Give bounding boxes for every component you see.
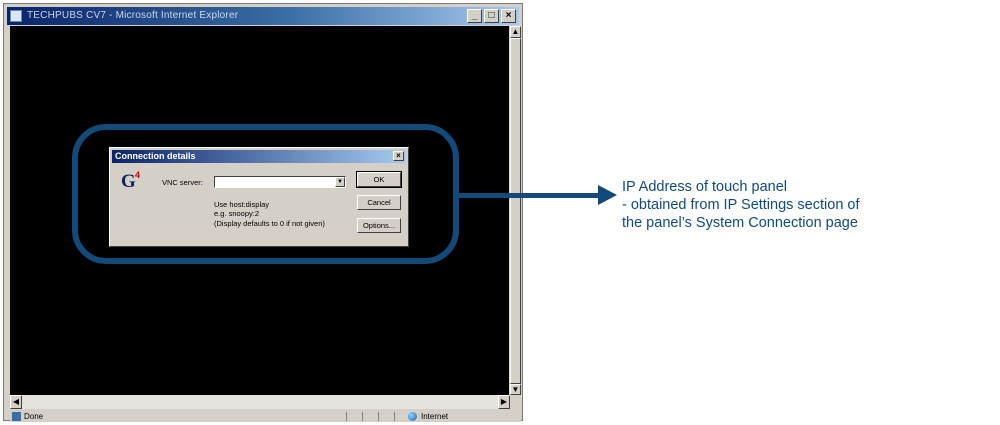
- scroll-up-icon[interactable]: ▲: [510, 26, 521, 38]
- status-bar: Done Internet: [10, 411, 521, 422]
- callout-line: IP Address of touch panel: [622, 179, 787, 195]
- status-divider: [346, 412, 347, 421]
- highlight-outline: [72, 124, 459, 264]
- maximize-button[interactable]: □: [484, 9, 499, 23]
- scroll-right-icon[interactable]: ▶: [498, 395, 510, 409]
- vertical-scroll-thumb[interactable]: [510, 38, 521, 384]
- status-divider: [378, 412, 379, 421]
- status-divider: [394, 412, 395, 421]
- callout-line: - obtained from IP Settings section of: [622, 197, 860, 213]
- close-window-button[interactable]: ×: [501, 9, 516, 23]
- scroll-down-icon[interactable]: ▼: [510, 384, 521, 395]
- horizontal-scrollbar[interactable]: ◀ ▶: [10, 395, 510, 409]
- status-divider: [362, 412, 363, 421]
- callout-text: IP Address of touch panel - obtained fro…: [622, 178, 997, 232]
- status-text: Done: [24, 412, 44, 421]
- vertical-scrollbar[interactable]: ▲ ▼: [510, 26, 521, 395]
- security-zone-label: Internet: [421, 412, 449, 421]
- scroll-left-icon[interactable]: ◀: [10, 395, 22, 409]
- window-titlebar[interactable]: TECHPUBS CV7 - Microsoft Internet Explor…: [7, 7, 519, 25]
- page-icon: [12, 412, 21, 421]
- callout-line: the panel’s System Connection page: [622, 215, 858, 231]
- window-title: TECHPUBS CV7 - Microsoft Internet Explor…: [27, 10, 239, 21]
- internet-zone-icon: [408, 412, 417, 421]
- callout-arrow-icon: [598, 185, 617, 205]
- callout-arrow-line: [459, 193, 599, 198]
- ie-app-icon: [10, 10, 22, 22]
- minimize-button[interactable]: _: [467, 9, 482, 23]
